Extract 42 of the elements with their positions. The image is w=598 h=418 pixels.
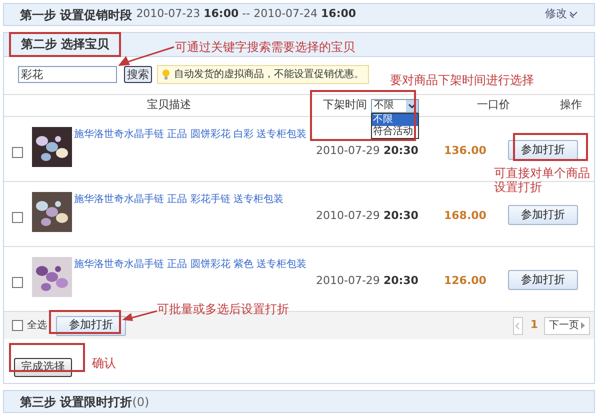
checkbox[interactable]	[12, 277, 23, 288]
price: 168.00	[444, 208, 484, 224]
highlight-frame	[49, 310, 121, 334]
notice-text: 自动发货的虚拟商品，不能设置促销优惠。	[174, 68, 364, 82]
end-time: 2010-07-29 20:30	[316, 143, 420, 159]
column-header: 一口价	[477, 97, 510, 114]
lightbulb-icon	[162, 68, 170, 80]
discount-button[interactable]: 参加打折	[508, 205, 578, 225]
search-button[interactable]: 搜索	[124, 66, 152, 82]
price: 136.00	[444, 143, 484, 159]
column-header: 宝贝描述	[147, 97, 191, 114]
step-title: 第一步 设置促销时段	[20, 6, 132, 24]
product-title[interactable]: 施华洛世奇水晶手链 正品 圆饼彩花 白彩 送专柜包装	[74, 127, 314, 142]
next-page-button[interactable]: 下一页	[544, 316, 590, 334]
filter-label: 下架时间	[323, 97, 367, 114]
annotation-text: 要对商品下架时间进行选择	[390, 73, 534, 87]
select-all-label: 全选	[27, 318, 47, 333]
column-header: 操作	[560, 97, 582, 114]
arrow	[117, 45, 175, 69]
product-title[interactable]: 施华洛世奇水晶手链 正品 彩花手链 送专柜包装	[74, 192, 314, 207]
annotation-text: 可批量或多选后设置打折	[157, 302, 289, 316]
search-field[interactable]: 彩花	[18, 66, 117, 82]
checkbox[interactable]	[12, 320, 23, 331]
dropdown-option[interactable]: 不限	[372, 114, 418, 126]
filter-dropdown[interactable]: 不限	[371, 98, 419, 112]
end-time: 2010-07-29 20:30	[316, 273, 420, 289]
discount-button[interactable]: 参加打折	[508, 140, 578, 160]
step-title: 第三步 设置限时打折(0)	[20, 394, 150, 410]
checkbox[interactable]	[12, 147, 23, 158]
annotation-text: 可直接对单个商品设置打折	[494, 166, 591, 194]
price: 126.00	[444, 273, 484, 289]
annotation-text: 可通过关键字搜索需要选择的宝贝	[175, 40, 355, 54]
end-time: 2010-07-29 20:30	[316, 208, 420, 224]
date-range: 2010-07-23 16:00 -- 2010-07-24 16:00	[136, 6, 356, 22]
discount-button[interactable]: 参加打折	[508, 270, 578, 290]
step-title: 第二步 选择宝贝	[9, 32, 122, 56]
arrow-right-icon	[581, 322, 585, 329]
product-title[interactable]: 施华洛世奇水晶手链 正品 圆饼彩花 紫色 送专柜包装	[74, 257, 314, 272]
chevron-down-icon	[569, 11, 578, 18]
annotation-text: 确认	[92, 356, 116, 370]
edit-link[interactable]: 修改	[545, 6, 578, 23]
checkbox[interactable]	[12, 212, 23, 223]
